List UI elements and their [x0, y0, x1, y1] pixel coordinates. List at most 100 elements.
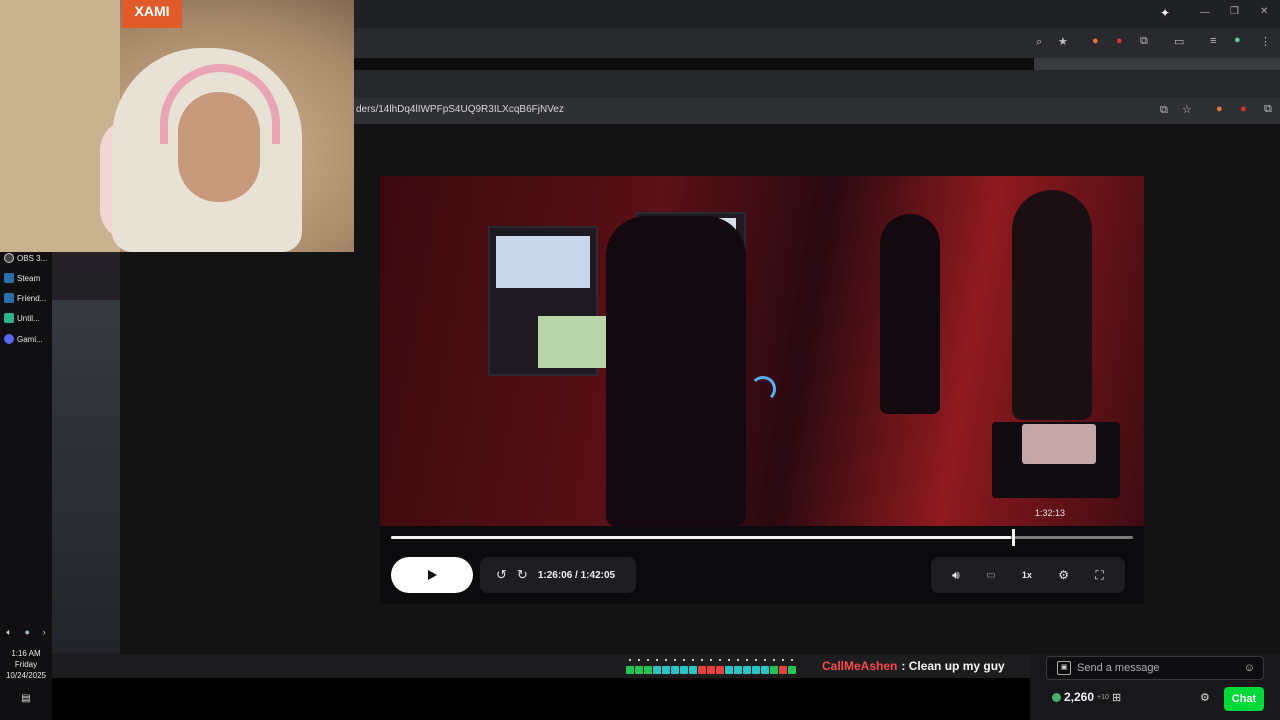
taskbar-clock[interactable]: 1:16 AM Friday 10/24/2025	[0, 648, 52, 681]
poster-text: XAMI	[134, 3, 170, 19]
emote-dot	[746, 659, 748, 661]
clock-date: 10/24/2025	[5, 671, 47, 680]
fullscreen-icon[interactable]: ⛶	[1095, 568, 1103, 583]
chat-message-text: : Clean up my guy	[901, 659, 1005, 673]
emote-dot	[692, 659, 694, 661]
progress-bar[interactable]	[391, 536, 1133, 539]
taskbar-item-label: Until...	[17, 313, 40, 323]
media-control-icon[interactable]: ≡	[1210, 35, 1216, 47]
profile-avatar-icon[interactable]: ●	[1234, 34, 1241, 46]
playback-speed-button[interactable]: 1x	[1022, 570, 1032, 580]
emote	[752, 666, 760, 674]
taskbar-item-friends[interactable]: Friend...	[4, 289, 52, 307]
taskbar-item-until[interactable]: Until...	[4, 309, 52, 327]
browser-title-bar: ✦ — ❐ ✕	[354, 0, 1280, 28]
video-player[interactable]: 1:32:13 ↺ ↻ 1:26:06 / 1:42:05 🔊︎ ▭ 1x ⚙ …	[380, 176, 1144, 604]
steam-friends-icon	[4, 293, 14, 303]
emote-dot	[629, 659, 631, 661]
steam-tray-icon[interactable]: ●	[24, 627, 29, 637]
extension-badge-icon[interactable]: ●	[1116, 35, 1123, 47]
address-bar-url[interactable]: ders/14lhDq4lIWPFpS4UQ9R3ILXcqB6FjNVez	[356, 104, 564, 115]
play-icon	[427, 570, 437, 580]
extensions-puzzle-icon[interactable]: ⧉	[1140, 35, 1148, 48]
preview-time: 1:32:13	[1035, 508, 1066, 518]
emote	[779, 666, 787, 674]
video-frame[interactable]: 1:32:13	[380, 176, 1144, 526]
chat-username: CallMeAshen	[822, 659, 898, 673]
emote-dot	[710, 659, 712, 661]
emote-dot	[773, 659, 775, 661]
cast-icon[interactable]: ▭	[1174, 35, 1184, 48]
taskbar-item-label: Steam	[17, 273, 41, 283]
gift-icon[interactable]: ⊞	[1112, 691, 1121, 704]
obs-icon	[4, 253, 14, 263]
gear-icon[interactable]: ⚙	[1200, 691, 1210, 704]
bookmark-star-icon[interactable]: ★	[1058, 35, 1068, 48]
extension-icon[interactable]: ●	[1216, 103, 1223, 115]
poster: XAMI	[122, 0, 182, 28]
browser-toolbar: ⌕ ★ ● ● ⧉ ▭ ≡ ● ⋮	[354, 28, 1280, 58]
app-icon	[4, 313, 14, 323]
captions-icon[interactable]: ▭	[986, 570, 995, 581]
progress-knob[interactable]	[1012, 529, 1015, 546]
emote-dot	[728, 659, 730, 661]
points-value: 2,260	[1064, 690, 1095, 704]
extension-badge-icon[interactable]: ●	[1240, 103, 1247, 115]
settings-gear-icon[interactable]: ⚙	[1058, 568, 1069, 582]
volume-icon[interactable]: 🔊︎	[952, 568, 960, 583]
chat-button[interactable]: Chat	[1224, 687, 1264, 711]
emote	[788, 666, 796, 674]
close-button[interactable]: ✕	[1260, 6, 1268, 17]
emote	[626, 666, 634, 674]
emote	[689, 666, 697, 674]
time-display: 1:26:06 / 1:42:05	[537, 569, 616, 581]
rewind-10-icon[interactable]: ↺	[496, 567, 507, 583]
emote	[770, 666, 778, 674]
emote-dot	[683, 659, 685, 661]
emote	[635, 666, 643, 674]
taskbar-item-gaming[interactable]: Gami...	[4, 330, 52, 348]
stream-bottom-black	[52, 678, 1046, 720]
extension-icon[interactable]: ●	[1092, 35, 1099, 47]
play-button[interactable]	[391, 557, 473, 593]
taskbar-item-steam[interactable]: Steam	[4, 269, 52, 287]
time-controls: ↺ ↻ 1:26:06 / 1:42:05	[480, 557, 636, 593]
bookmark-star-icon[interactable]: ☆	[1182, 103, 1192, 116]
emote-dot	[647, 659, 649, 661]
emote	[698, 666, 706, 674]
chevron-right-icon[interactable]: ›	[43, 627, 46, 637]
emote	[680, 666, 688, 674]
inner-browser-tabbar	[354, 70, 1280, 98]
emote-dot	[737, 659, 739, 661]
chat-input[interactable]: ▣ Send a message ☺	[1046, 656, 1264, 680]
notification-icon[interactable]: ▤	[19, 693, 33, 705]
channel-points[interactable]: 2,260 +10	[1052, 690, 1109, 704]
forward-10-icon[interactable]: ↻	[517, 567, 528, 583]
extensions-puzzle-icon[interactable]: ⧉	[1264, 103, 1272, 116]
emote	[662, 666, 670, 674]
clock-time: 1:16 AM	[11, 649, 41, 658]
volume-icon[interactable]: 🔈︎	[6, 627, 11, 638]
emote-dot	[755, 659, 757, 661]
restore-button[interactable]: ❐	[1230, 6, 1239, 17]
emote	[725, 666, 733, 674]
scrub-preview-thumbnail	[992, 422, 1120, 498]
emote-dot	[782, 659, 784, 661]
badge-icon[interactable]: ▣	[1057, 661, 1071, 675]
points-delta: +10	[1097, 693, 1109, 701]
emote	[707, 666, 715, 674]
minimize-button[interactable]: —	[1200, 7, 1210, 18]
menu-icon[interactable]: ⋮	[1260, 35, 1271, 48]
gemini-icon[interactable]: ✦	[1160, 6, 1170, 20]
emote-dot	[719, 659, 721, 661]
emote	[743, 666, 751, 674]
chat-input-placeholder: Send a message	[1077, 662, 1160, 674]
points-icon	[1052, 692, 1061, 702]
install-app-icon[interactable]: ⧉	[1160, 104, 1168, 117]
emote	[734, 666, 742, 674]
taskbar-item-label: Friend...	[17, 293, 47, 303]
zoom-icon[interactable]: ⌕	[1036, 36, 1042, 49]
emoji-icon[interactable]: ☺	[1244, 662, 1255, 674]
chat-panel: ▣ Send a message ☺ 2,260 +10 ⊞ ⚙ Chat	[1030, 654, 1280, 720]
emote-strip	[626, 658, 802, 676]
